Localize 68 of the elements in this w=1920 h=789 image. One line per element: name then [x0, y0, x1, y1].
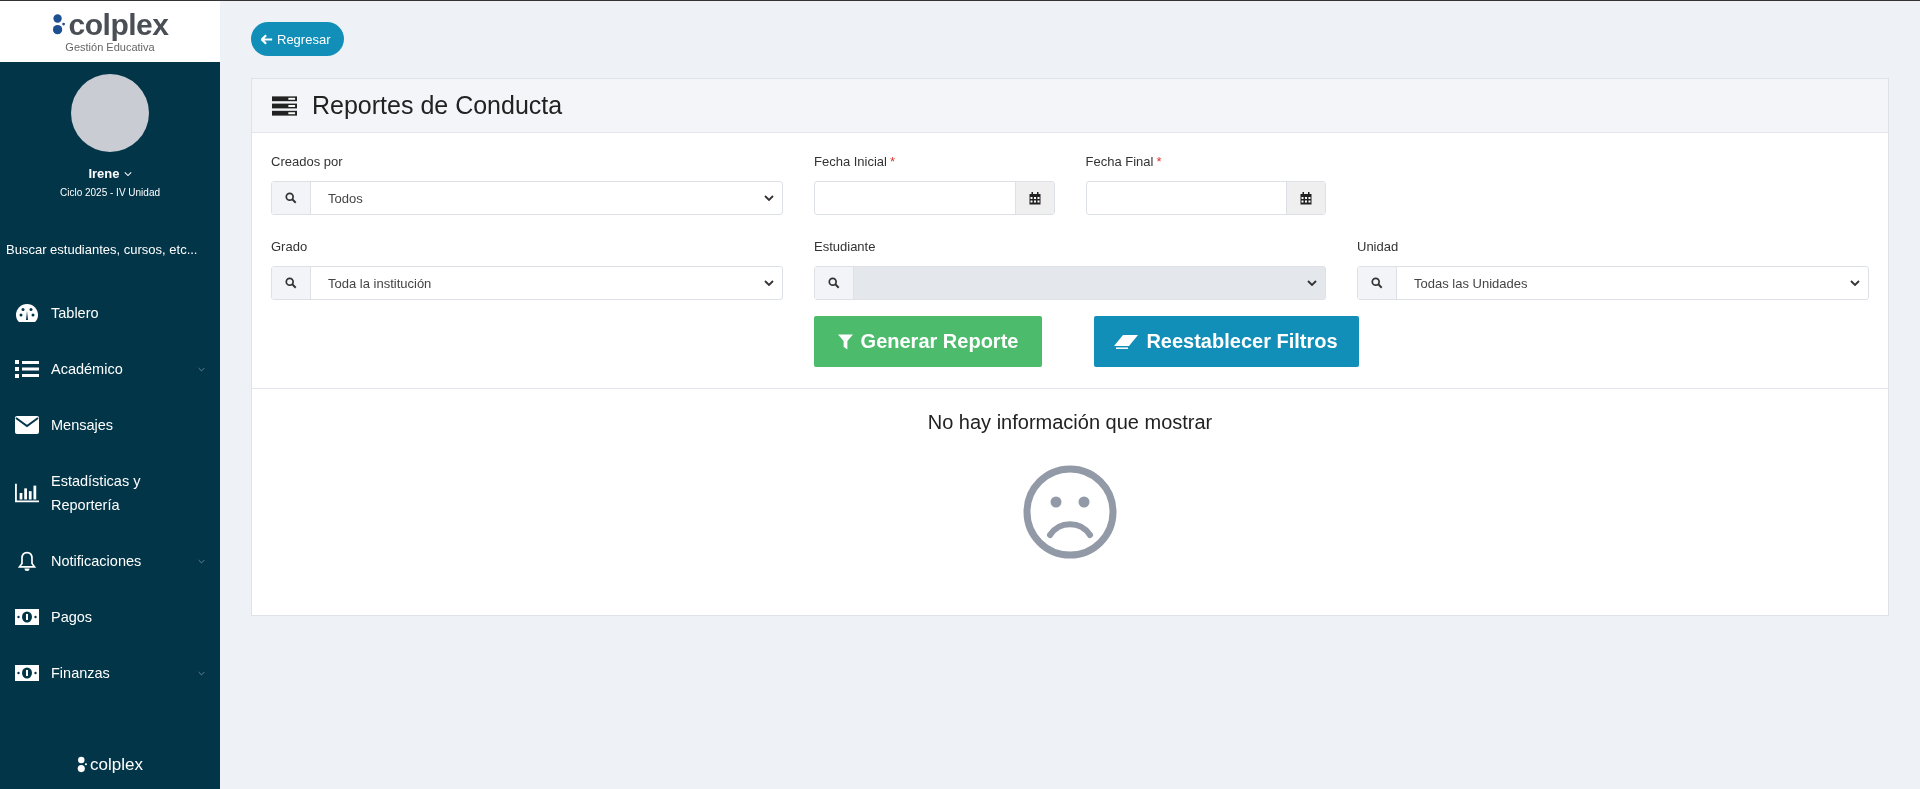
panel-title: Reportes de Conducta [312, 91, 563, 120]
select-field[interactable]: Todos [271, 181, 783, 215]
nav-label: Académico [51, 360, 124, 379]
field-label: Creados por [271, 154, 344, 169]
chevron-down-icon [198, 558, 205, 564]
nav-item[interactable]: Estadísticas y Reportería [0, 453, 220, 533]
search-icon [285, 192, 297, 204]
search-icon [285, 277, 297, 289]
select-field[interactable]: Todas las Unidades [1357, 266, 1869, 300]
nav-item[interactable]: Académico [0, 341, 220, 397]
chevron-down-icon [198, 366, 205, 372]
required-mark: * [890, 154, 896, 169]
select-value: Todas las Unidades [1414, 275, 1528, 291]
select-value: Todos [328, 190, 363, 206]
footer-logo-text: colplex [90, 755, 143, 775]
search-icon [828, 277, 840, 289]
logo-icon [51, 13, 65, 37]
nav-item[interactable]: Finanzas [0, 645, 220, 701]
field-label: Estudiante [814, 239, 877, 254]
nav-item[interactable]: Tablero [0, 285, 220, 341]
empty-message: No hay información que mostrar [927, 411, 1213, 434]
date-field[interactable] [1085, 181, 1326, 215]
search-field[interactable]: Buscar estudiantes, cursos, etc... [6, 242, 214, 257]
logo-icon [77, 756, 88, 774]
nav-label: Estadísticas y Reportería [51, 472, 142, 515]
nav-label: Finanzas [51, 664, 111, 683]
server-icon [272, 95, 297, 116]
search-icon [1371, 277, 1383, 289]
gauge-icon [15, 303, 39, 323]
chevron-down-icon [123, 170, 132, 177]
select-value: Toda la institución [328, 275, 432, 291]
back-button[interactable]: Regresar [251, 22, 345, 56]
sad-face-icon [1022, 464, 1118, 560]
field-label: Grado [271, 239, 309, 254]
banknote-icon [15, 663, 39, 683]
chevron-down-icon [1307, 280, 1317, 286]
nav-label: Notificaciones [51, 552, 143, 571]
bell-icon [15, 551, 39, 571]
banknote-icon [15, 607, 39, 627]
user-menu[interactable]: Irene [88, 166, 132, 181]
cycle-label: Ciclo 2025 - IV Unidad [59, 187, 161, 198]
select-field[interactable]: Toda la institución [271, 266, 783, 300]
mail-icon [15, 415, 39, 435]
nav-item[interactable]: Notificaciones [0, 533, 220, 589]
date-field[interactable] [814, 181, 1055, 215]
required-mark: * [1156, 154, 1162, 169]
nav-item[interactable]: Mensajes [0, 397, 220, 453]
action-button[interactable]: Reestablecer Filtros [1093, 316, 1359, 367]
chevron-down-icon [764, 280, 774, 286]
chevron-down-icon [1850, 280, 1860, 286]
calendar-icon [1300, 191, 1312, 205]
field-label: Fecha Inicial * [814, 154, 897, 169]
chevron-down-icon [764, 195, 774, 201]
bar-chart-icon [15, 483, 39, 503]
chevron-down-icon [198, 670, 205, 676]
nav-label: Mensajes [51, 416, 115, 435]
filter-icon [837, 333, 853, 350]
nav-label: Tablero [51, 304, 100, 323]
numbered-list-icon [15, 359, 39, 379]
nav-label: Pagos [51, 608, 94, 627]
logo-subtitle: Gestión Educativa [65, 41, 155, 53]
field-label: Fecha Final * [1085, 154, 1163, 169]
calendar-icon [1028, 191, 1041, 205]
eraser-icon [1114, 334, 1139, 349]
arrow-left-icon [261, 33, 273, 45]
nav-item[interactable]: Pagos [0, 589, 220, 645]
field-label: Unidad [1357, 239, 1400, 254]
logo-text: colplex [68, 10, 169, 40]
